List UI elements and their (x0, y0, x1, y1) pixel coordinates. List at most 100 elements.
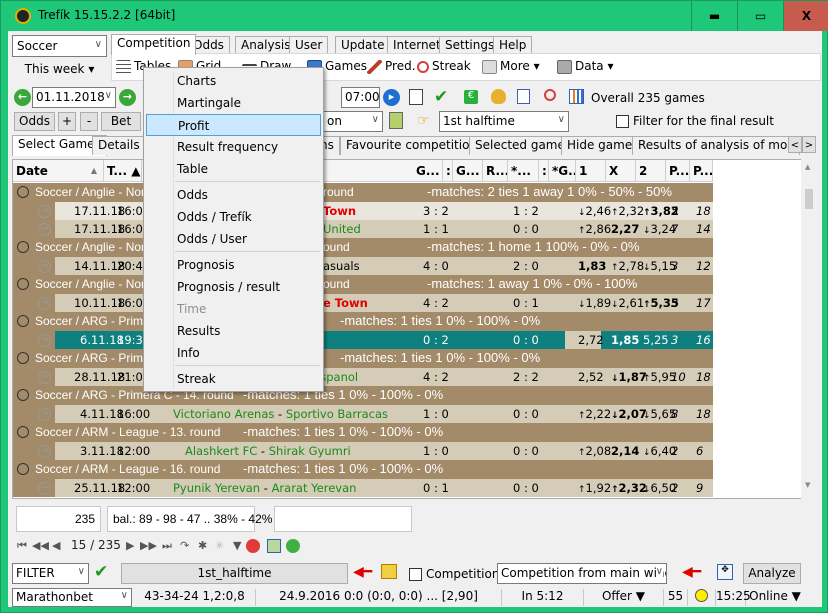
period-dropdown-button[interactable]: This week ▾ (12, 59, 107, 79)
minus-button[interactable]: - (80, 112, 98, 131)
checkmark-icon[interactable]: ✔ (434, 87, 448, 107)
chart-icon[interactable] (569, 89, 584, 104)
collapse-icon[interactable] (17, 463, 29, 475)
date-from-input[interactable]: 01.11.2018 ∨ (32, 87, 116, 108)
group-row[interactable]: Soccer / ARM - League - 13. round -matche… (13, 423, 713, 442)
export-icon[interactable] (389, 112, 403, 129)
red-arrow-left-icon[interactable]: ◀━ (353, 564, 372, 580)
group-row[interactable]: Soccer / Anglie - Non ound -matches: 1 awa… (13, 275, 713, 294)
arrow-right-icon[interactable]: → (38, 482, 51, 495)
arrow-right-icon[interactable]: → (38, 260, 51, 273)
arrow-right-icon[interactable]: → (38, 371, 51, 384)
group-row[interactable]: Soccer / ARM - League - 16. round -matche… (13, 460, 713, 479)
menu-item-results[interactable]: Results (144, 320, 323, 342)
calendar-icon[interactable] (409, 89, 423, 105)
asterisk-icon[interactable]: ✱ (198, 539, 207, 552)
tab-help[interactable]: Help (493, 36, 533, 54)
collapse-icon[interactable] (17, 241, 29, 253)
collapse-icon[interactable] (17, 186, 29, 198)
menu-item-prognosis-result[interactable]: Prognosis / result (144, 276, 323, 298)
column-sep[interactable]: : (443, 160, 453, 182)
arrow-right-icon[interactable]: → (38, 408, 51, 421)
tab-user[interactable]: User (289, 36, 329, 54)
checkbox-box[interactable] (616, 115, 629, 128)
next-page-icon[interactable]: ▶▶ (140, 539, 157, 552)
tab-results-analysis[interactable]: Results of analysis of more fil (632, 136, 800, 155)
tab-settings[interactable]: Settings (439, 36, 501, 54)
filter-name-button[interactable]: 1st_halftime (121, 563, 348, 584)
group-row[interactable]: Soccer / ARG - Primer -matches: 1 ties 1 … (13, 349, 713, 368)
time-to-input[interactable]: 07:00 (341, 87, 380, 108)
help-book-icon[interactable] (381, 564, 397, 579)
scroll-down-icon[interactable]: ▼ (805, 481, 810, 489)
column-date[interactable]: Date ▲ (13, 160, 104, 182)
streak-button[interactable]: Streak (417, 59, 471, 73)
arrow-right-icon[interactable]: → (38, 297, 51, 310)
next-record-icon[interactable]: ▶ (126, 539, 134, 552)
column-goals-home[interactable]: G... (413, 160, 443, 182)
menu-item-streak[interactable]: Streak (144, 368, 323, 390)
filter-icon[interactable]: ▼ (233, 539, 241, 552)
column-ht-home[interactable]: *... (508, 160, 539, 182)
grid-vertical-scrollbar[interactable]: ▲ ▼ (801, 159, 818, 499)
analyze-button[interactable]: Analyze (743, 563, 801, 584)
arrow-right-icon[interactable]: → (38, 334, 51, 347)
game-row[interactable]: → 25.11.18 12:00 Pyunik Yerevan - Ararat Ye… (13, 479, 713, 497)
bet-button[interactable]: Bet (101, 112, 141, 131)
tab-details[interactable]: Details (92, 136, 146, 155)
collapse-icon[interactable] (17, 315, 29, 327)
group-row[interactable]: Soccer / Anglie - Non round -matches: 2 ti… (13, 183, 713, 202)
group-row[interactable]: Soccer / ARG - Primer -matches: 1 ties 1 … (13, 312, 713, 331)
odds-button[interactable]: Odds (14, 112, 55, 131)
arrow-right-icon[interactable]: → (38, 205, 51, 218)
plus-button[interactable]: + (58, 112, 76, 131)
prev-date-icon[interactable]: ← (14, 89, 31, 106)
menu-item-prognosis[interactable]: Prognosis (144, 254, 323, 276)
tabs-scroll-left-button[interactable]: < (788, 136, 802, 153)
collapse-icon[interactable] (17, 352, 29, 364)
collapse-icon[interactable] (17, 278, 29, 290)
menu-item-charts[interactable]: Charts (144, 70, 323, 92)
filter-select[interactable]: FILTER ∨ (12, 563, 89, 584)
game-row[interactable]: → 4.11.18 16:00 Victoriano Arenas - Sportiv… (13, 405, 713, 423)
search-icon[interactable] (544, 89, 556, 101)
game-row[interactable]: → 28.11.18 21:00 Espanol 4 : 22 : 2 2,52 ↓1,87… (13, 368, 713, 386)
add-icon[interactable] (267, 539, 281, 553)
apply-filter-icon[interactable]: ✔ (94, 562, 108, 582)
next-date-icon[interactable]: → (119, 89, 136, 106)
tabs-scroll-right-button[interactable]: > (802, 136, 816, 153)
column-odds-2[interactable]: 2 (636, 160, 666, 182)
game-row[interactable]: → 14.11.18 20:45 asuals 4 : 02 : 0 1,83 ↑2,78 ↓… (13, 257, 713, 275)
tab-internet[interactable]: Internet (387, 36, 447, 54)
reload-icon[interactable] (286, 539, 300, 553)
column-odds-1[interactable]: 1 (576, 160, 606, 182)
menu-item-info[interactable]: Info (144, 342, 323, 364)
game-row[interactable]: → 17.11.18 16:00 Town 3 : 21 : 2 ↓2,46 ↑2,32 ↑3… (13, 202, 713, 220)
competitions-checkbox[interactable]: Competitions: (409, 567, 510, 581)
menu-item-odds[interactable]: Odds (144, 184, 323, 206)
group-row[interactable]: Soccer / Anglie - Non ound -matches: 1 hom… (13, 238, 713, 257)
tab-analysis[interactable]: Analysis (235, 36, 297, 54)
final-filter-checkbox[interactable]: Filter for the final result (616, 114, 774, 128)
game-row[interactable]: → 10.11.18 16:00 e Town 4 : 20 : 1 ↓1,89 ↓2,61… (13, 294, 713, 312)
column-p2[interactable]: P... (690, 160, 713, 182)
menu-item-table[interactable]: Table (144, 158, 323, 180)
menu-item-odds-user[interactable]: Odds / User (144, 228, 323, 250)
column-time[interactable]: T... ▲ (104, 160, 142, 182)
column-p1[interactable]: P... (666, 160, 690, 182)
tab-favourite-competitions[interactable]: Favourite competitions (340, 136, 490, 155)
column-ht-away[interactable]: *G... (549, 160, 576, 182)
play-icon[interactable]: ▸ (383, 89, 400, 106)
refresh-icon[interactable]: ↷ (180, 539, 189, 552)
move-icon[interactable]: ✥ (717, 564, 733, 580)
last-record-icon[interactable]: ⏭ (162, 539, 172, 553)
column-result[interactable]: R... (483, 160, 508, 182)
prev-record-icon[interactable]: ◀ (52, 539, 60, 552)
column-ht-sep[interactable]: : (539, 160, 549, 182)
euro-icon[interactable]: € (464, 90, 478, 104)
scroll-up-icon[interactable]: ▲ (805, 163, 810, 171)
competitions-select[interactable]: Competition from main winc ∨ (497, 563, 667, 584)
arrow-right-icon[interactable]: → (38, 223, 51, 236)
column-goals-away[interactable]: G... (453, 160, 483, 182)
group-row[interactable]: Soccer / ARG - Primera C - 14. round -mat… (13, 386, 713, 405)
